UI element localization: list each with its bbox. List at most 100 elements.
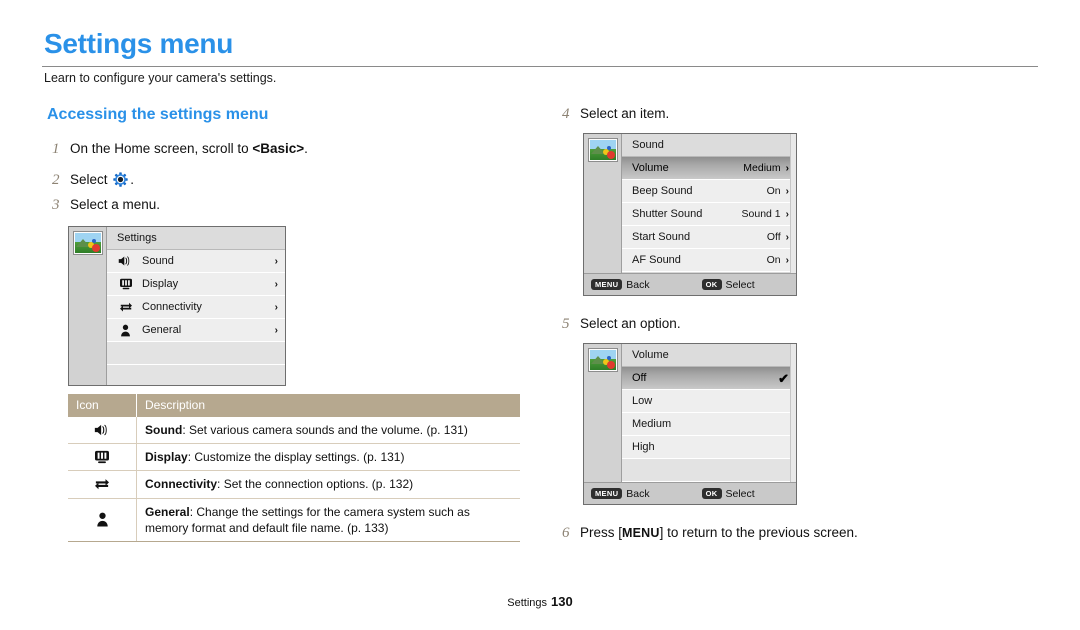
scrollbar[interactable] [790, 134, 796, 295]
settings-item-connectivity[interactable]: Connectivity › [107, 296, 285, 319]
sound-row-beep-sound-label: Beep Sound [632, 184, 693, 197]
sound-row-volume-value: Medium [743, 161, 781, 174]
table-row: Sound: Set various camera sounds and the… [68, 417, 520, 445]
table-cell-description: General: Change the settings for the cam… [136, 498, 520, 542]
settings-item-display-label: Display [142, 277, 179, 290]
chevron-right-icon: › [274, 324, 278, 336]
step-4-text: Select an item. [580, 106, 670, 121]
sound-row-shutter-sound[interactable]: Shutter Sound Sound 1 › [622, 203, 796, 226]
sound-menu-screenshot: Sound Volume Medium › Beep Sound On › Sh… [583, 133, 797, 296]
table-row: Display: Customize the display settings.… [68, 443, 520, 472]
sound-row-volume-value-group: Medium › [743, 157, 789, 180]
footer-page-number: 130 [551, 594, 573, 609]
sound-row-beep-sound[interactable]: Beep Sound On › [622, 180, 796, 203]
step-6-text-post: ] to return to the previous screen. [659, 525, 858, 540]
volume-option-off[interactable]: Off ✔ [622, 367, 796, 390]
photo-thumbnail-icon [589, 349, 617, 371]
sound-row-af-sound[interactable]: AF Sound On › [622, 249, 796, 272]
step-1: 1 On the Home screen, scroll to <Basic>. [52, 141, 308, 158]
table-cell-description: Display: Customize the display settings.… [136, 443, 520, 472]
volume-option-high[interactable]: High [622, 436, 796, 459]
step-3: 3 Select a menu. [52, 197, 160, 214]
display-icon [117, 278, 134, 290]
step-4: 4 Select an item. [562, 106, 669, 123]
sound-row-start-sound-value-group: Off › [767, 226, 789, 249]
step-1-text-pre: On the Home screen, scroll to [70, 141, 253, 156]
sound-row-af-sound-label: AF Sound [632, 253, 681, 266]
volume-option-medium[interactable]: Medium [622, 413, 796, 436]
volume-screen-title-row: Volume [622, 344, 796, 367]
step-2-text-post: . [130, 172, 135, 187]
step-2: 2 Select . [52, 169, 134, 189]
footer-select-action[interactable]: OK Select [701, 487, 755, 500]
table-cell-description: Connectivity: Set the connection options… [136, 470, 520, 499]
table-row: General: Change the settings for the cam… [68, 498, 520, 542]
menu-key-label: MENU [622, 526, 660, 540]
settings-item-sound-left: Sound [117, 250, 174, 273]
step-6-text-pre: Press [ [580, 525, 623, 540]
section-title: Accessing the settings menu [47, 106, 269, 123]
sound-screen-footer: MENU Back OK Select [584, 273, 796, 295]
speaker-icon [117, 255, 134, 267]
sound-row-shutter-sound-value-group: Sound 1 › [742, 203, 789, 226]
step-6-number: 6 [562, 525, 570, 541]
sound-row-shutter-sound-label: Shutter Sound [632, 207, 703, 220]
person-icon [117, 324, 134, 337]
chevron-right-icon: › [274, 278, 278, 290]
settings-list-empty-row [107, 365, 285, 385]
table-desc-sound: Set various camera sounds and the volume… [189, 423, 468, 437]
connectivity-icon [117, 301, 134, 313]
step-4-number: 4 [562, 106, 570, 122]
settings-item-display[interactable]: Display › [107, 273, 285, 296]
ok-key-icon: OK [701, 278, 722, 291]
ok-key-icon: OK [701, 487, 722, 500]
title-divider [42, 66, 1038, 67]
table-term-general: General [145, 504, 190, 519]
sound-row-shutter-sound-value: Sound 1 [741, 207, 781, 220]
footer-back-label: Back [626, 487, 650, 500]
screen-left-strip [584, 344, 622, 504]
sound-row-start-sound-value: Off [766, 230, 781, 243]
screen-left-strip [584, 134, 622, 295]
settings-item-general-label: General [142, 323, 182, 336]
sound-screen-title-row: Sound [622, 134, 796, 157]
sound-row-start-sound[interactable]: Start Sound Off › [622, 226, 796, 249]
settings-screen-title: Settings [117, 231, 157, 244]
step-6-text: Press [MENU] to return to the previous s… [580, 525, 858, 540]
settings-item-connectivity-left: Connectivity [117, 296, 202, 319]
footer-back-label: Back [626, 278, 650, 291]
settings-item-sound[interactable]: Sound › [107, 250, 285, 273]
chevron-right-icon: › [785, 254, 789, 266]
volume-screen-title: Volume [632, 348, 669, 361]
step-1-text-post: . [304, 141, 308, 156]
sound-row-volume[interactable]: Volume Medium › [622, 157, 796, 180]
settings-menu-screenshot: Settings Sound › Display › Connectivity … [68, 226, 286, 386]
page-subtitle: Learn to configure your camera's setting… [44, 71, 277, 85]
settings-item-general[interactable]: General › [107, 319, 285, 342]
step-2-text: Select . [70, 169, 134, 187]
menu-key-icon: MENU [591, 487, 623, 500]
footer-select-action[interactable]: OK Select [701, 278, 755, 291]
sound-row-af-sound-value: On [766, 253, 781, 266]
step-6: 6 Press [MENU] to return to the previous… [562, 525, 858, 542]
display-icon [68, 443, 137, 472]
chevron-right-icon: › [274, 255, 278, 267]
sound-screen-title: Sound [632, 138, 664, 151]
table-header-icon: Icon [68, 394, 137, 417]
table-desc-display: Customize the display settings. (p. 131) [194, 450, 405, 465]
footer-back-action[interactable]: MENU Back [591, 279, 650, 291]
gear-icon [113, 172, 128, 187]
photo-thumbnail-icon [74, 232, 102, 254]
footer-select-label: Select [725, 278, 755, 291]
sound-row-af-sound-value-group: On › [767, 249, 789, 272]
step-1-basic-label: <Basic> [252, 141, 305, 156]
scrollbar[interactable] [790, 344, 796, 504]
footer-back-action[interactable]: MENU Back [591, 488, 650, 500]
table-sep: : [182, 423, 189, 437]
screen-left-strip [69, 227, 107, 385]
volume-screen-footer: MENU Back OK Select [584, 482, 796, 504]
volume-option-low[interactable]: Low [622, 390, 796, 413]
table-term-connectivity: Connectivity [145, 477, 218, 492]
volume-option-off-label: Off [632, 371, 647, 384]
step-1-text: On the Home screen, scroll to <Basic>. [70, 141, 308, 156]
